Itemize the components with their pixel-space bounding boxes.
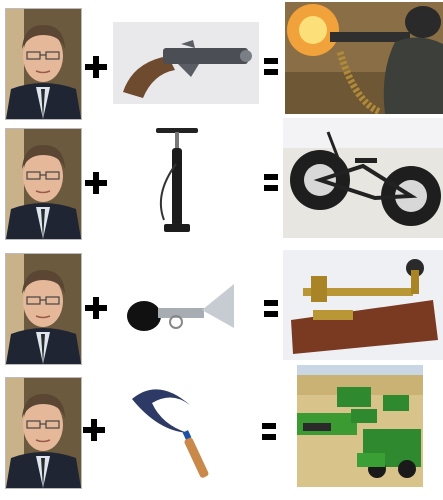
- machine-gun-firing-image: [285, 2, 443, 114]
- sickle-image: [128, 381, 222, 481]
- portrait-man-1: [5, 8, 82, 120]
- fat-tire-bike-image: [283, 118, 443, 238]
- plus-sign: [85, 172, 107, 194]
- plus-sign: [85, 297, 107, 319]
- telegraph-key-image: [283, 250, 443, 360]
- portrait-man-4: [5, 377, 82, 489]
- equals-sign: [264, 300, 278, 317]
- plus-sign: [85, 56, 107, 78]
- bulb-horn-image: [122, 276, 240, 336]
- equation-row-4: [0, 365, 443, 493]
- equals-sign: [262, 423, 276, 440]
- flintlock-pistol-image: [113, 22, 259, 104]
- equation-row-3: [0, 250, 443, 368]
- combine-harvester-image: [297, 365, 423, 487]
- plus-sign: [83, 419, 105, 441]
- equals-sign: [264, 58, 278, 75]
- equals-sign: [264, 174, 278, 191]
- portrait-man-2: [5, 128, 82, 240]
- portrait-man-3: [5, 253, 82, 365]
- equation-row-2: [0, 118, 443, 240]
- equation-row-1: [0, 2, 443, 120]
- bicycle-pump-image: [150, 124, 205, 236]
